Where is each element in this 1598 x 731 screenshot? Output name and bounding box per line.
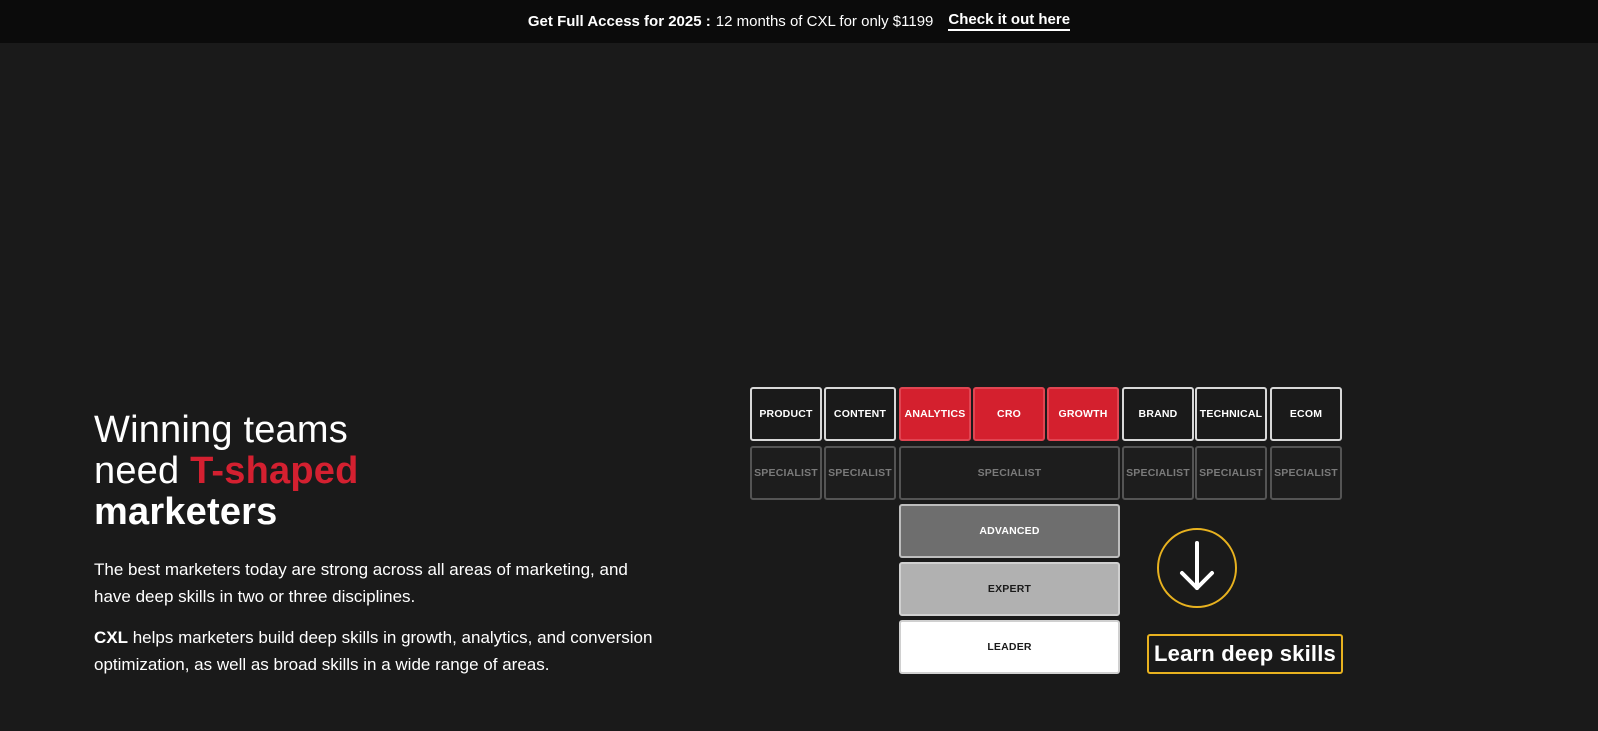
discipline-growth: GROWTH (1047, 387, 1119, 441)
discipline-technical: TECHNICAL (1195, 387, 1267, 441)
discipline-brand: BRAND (1122, 387, 1194, 441)
brand-name: CXL (94, 628, 128, 647)
arrow-down-button[interactable] (1157, 528, 1237, 608)
specialist-product: SPECIALIST (750, 446, 822, 500)
hero-title-line1: Winning teams (94, 409, 348, 451)
hero-paragraph-2-text: helps marketers build deep skills in gro… (94, 628, 653, 674)
discipline-ecom: ECOM (1270, 387, 1342, 441)
discipline-analytics: ANALYTICS (899, 387, 971, 441)
promo-bar: Get Full Access for 2025 : 12 months of … (0, 0, 1598, 43)
hero-title-accent: T-shaped (190, 450, 359, 492)
arrow-down-icon (1177, 538, 1217, 599)
hero-paragraph-1: The best marketers today are strong acro… (94, 560, 628, 606)
specialist-core: SPECIALIST (899, 446, 1120, 500)
hero-title-line2-prefix: need (94, 450, 191, 492)
promo-headline: Get Full Access for 2025 : (527, 13, 711, 30)
level-expert: EXPERT (899, 562, 1120, 616)
promo-cta-link[interactable]: Check it out here (948, 12, 1071, 31)
hero-title: Winning teams need T-shaped marketers (94, 410, 359, 533)
promo-details: 12 months of CXL for only $1199 (715, 13, 934, 30)
hero-paragraph-2: CXL helps marketers build deep skills in… (94, 624, 654, 678)
discipline-cro: CRO (973, 387, 1045, 441)
learn-deep-skills-button[interactable]: Learn deep skills (1147, 634, 1343, 674)
level-leader: LEADER (899, 620, 1120, 674)
discipline-product: PRODUCT (750, 387, 822, 441)
hero-title-line3: marketers (94, 491, 278, 533)
specialist-brand: SPECIALIST (1122, 446, 1194, 500)
discipline-content: CONTENT (824, 387, 896, 441)
specialist-ecom: SPECIALIST (1270, 446, 1342, 500)
specialist-content: SPECIALIST (824, 446, 896, 500)
specialist-technical: SPECIALIST (1195, 446, 1267, 500)
level-advanced: ADVANCED (899, 504, 1120, 558)
